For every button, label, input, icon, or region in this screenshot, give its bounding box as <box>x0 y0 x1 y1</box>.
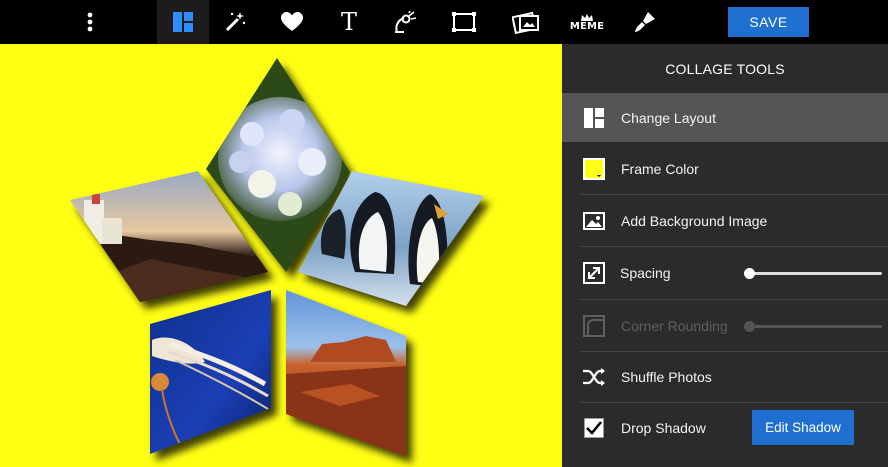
text-icon: T <box>340 8 357 36</box>
tool-stickers-button[interactable] <box>266 0 318 44</box>
tool-meme-button[interactable]: MEME <box>561 0 613 44</box>
slider-knob[interactable] <box>744 268 755 279</box>
corner-rounding-slider <box>744 320 882 332</box>
drop-shadow-label: Drop Shadow <box>621 420 706 436</box>
tool-text-button[interactable]: T <box>323 0 375 44</box>
heart-icon <box>281 12 303 31</box>
edit-shadow-button[interactable]: Edit Shadow <box>752 410 854 445</box>
save-button[interactable]: SAVE <box>728 7 809 37</box>
frame-color-label: Frame Color <box>621 160 699 177</box>
frame-icon <box>452 12 476 32</box>
slider-track <box>748 325 882 328</box>
corner-rounding-label: Corner Rounding <box>621 317 728 334</box>
spacing-slider[interactable] <box>744 267 882 279</box>
tool-frame-button[interactable] <box>438 0 490 44</box>
slider-track <box>748 272 882 275</box>
collage-tools-panel: COLLAGE TOOLS Change Layout Frame Color … <box>562 44 888 467</box>
shuffle-photos-item[interactable]: Shuffle Photos <box>562 352 888 402</box>
more-menu-button[interactable] <box>64 0 116 44</box>
add-background-image-label: Add Background Image <box>621 212 768 229</box>
change-layout-item[interactable]: Change Layout <box>562 93 888 142</box>
corner-icon <box>582 314 606 338</box>
tool-paint-button[interactable] <box>619 0 671 44</box>
shuffle-icon <box>582 365 606 389</box>
resize-icon <box>582 261 606 285</box>
layout-grid-icon <box>173 12 193 32</box>
shuffle-photos-label: Shuffle Photos <box>621 369 712 385</box>
corner-rounding-item: Corner Rounding <box>562 300 888 351</box>
color-swatch-icon <box>582 157 606 181</box>
layout-icon <box>582 106 606 130</box>
panel-title: COLLAGE TOOLS <box>665 60 785 77</box>
change-layout-label: Change Layout <box>621 109 716 126</box>
tool-photo-button[interactable] <box>500 0 552 44</box>
spacing-label: Spacing <box>620 265 671 281</box>
spacing-item: Spacing <box>562 247 888 299</box>
collage-canvas[interactable] <box>0 44 562 467</box>
sticker-icon <box>395 10 417 33</box>
frame-color-item[interactable]: Frame Color <box>562 144 888 193</box>
tool-layout-button[interactable] <box>157 0 209 44</box>
top-toolbar: T MEME SAVE <box>0 0 888 44</box>
meme-icon: MEME <box>570 13 604 31</box>
checkbox-icon[interactable] <box>582 416 606 440</box>
add-background-image-item[interactable]: Add Background Image <box>562 195 888 246</box>
slider-knob <box>744 321 755 332</box>
more-vertical-icon <box>87 12 93 32</box>
image-icon <box>582 209 606 233</box>
magic-wand-icon <box>225 12 246 32</box>
tool-draw-button[interactable] <box>379 0 431 44</box>
brush-icon <box>635 12 655 32</box>
photo-icon <box>512 11 539 34</box>
tool-effects-button[interactable] <box>209 0 261 44</box>
drop-shadow-item: Drop Shadow Edit Shadow <box>562 403 888 453</box>
